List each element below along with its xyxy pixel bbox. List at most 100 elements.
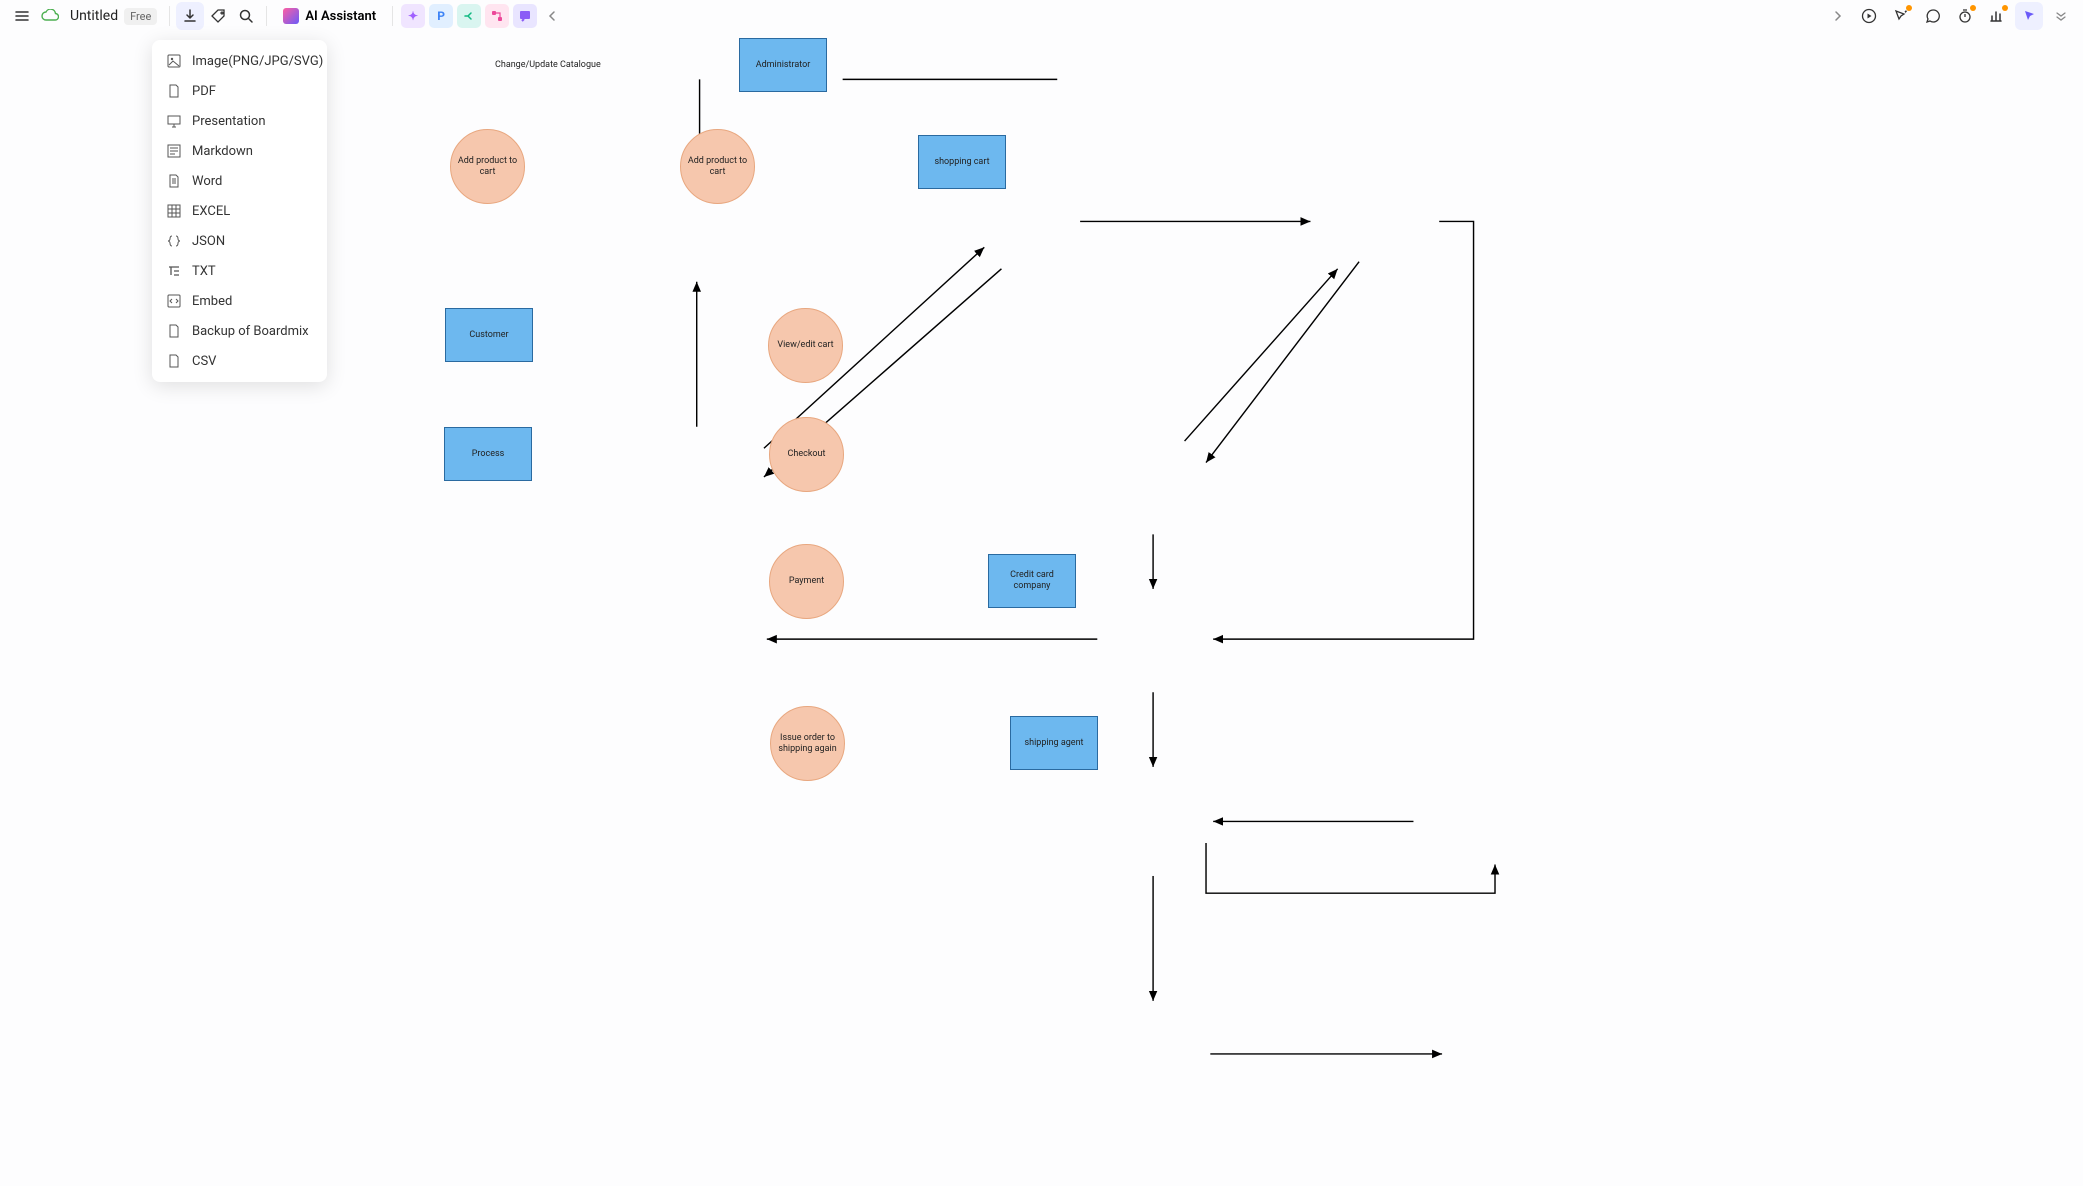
tool-chip-p[interactable]: P [429,4,453,28]
node-label: shopping cart [934,157,989,168]
top-toolbar: Untitled Free AI Assistant ✦ P [0,0,2083,32]
node-label: Issue order to shipping again [775,733,840,755]
node-label: Credit card company [993,570,1071,592]
export-label: JSON [192,234,225,249]
cursor-effects-button[interactable] [1887,2,1915,30]
excel-icon [166,203,182,219]
expand-right-button[interactable] [1823,2,1851,30]
export-backup[interactable]: Backup of Boardmix [152,316,327,346]
search-button[interactable] [232,2,260,30]
play-icon [1861,8,1877,24]
node-label: Checkout [788,449,826,460]
tag-button[interactable] [204,2,232,30]
more-button[interactable] [2047,2,2075,30]
export-label: Image(PNG/JPG/SVG) [192,54,323,69]
ai-logo-icon [283,8,299,24]
txt-icon [166,263,182,279]
node-administrator[interactable]: Administrator [739,38,827,92]
word-icon [166,173,182,189]
export-json[interactable]: JSON [152,226,327,256]
export-dropdown: Image(PNG/JPG/SVG) PDF Presentation Mark… [152,40,327,382]
export-markdown[interactable]: Markdown [152,136,327,166]
embed-icon [166,293,182,309]
tool-chip-note[interactable] [513,4,537,28]
export-label: TXT [192,264,216,279]
chevron-right-icon [1831,10,1843,22]
export-label: Embed [192,294,232,309]
node-label: Administrator [756,60,811,71]
json-icon [166,233,182,249]
export-presentation[interactable]: Presentation [152,106,327,136]
node-add-product-1[interactable]: Add product to cart [450,129,525,204]
node-label: Payment [789,576,824,587]
backup-icon [166,323,182,339]
export-excel[interactable]: EXCEL [152,196,327,226]
export-label: CSV [192,354,216,369]
export-label: Markdown [192,144,253,159]
analytics-button[interactable] [1983,2,2011,30]
document-title[interactable]: Untitled [70,8,118,24]
divider [266,6,267,26]
export-label: Word [192,174,222,189]
export-embed[interactable]: Embed [152,286,327,316]
node-view-edit-cart[interactable]: View/edit cart [768,308,843,383]
divider [392,6,393,26]
comment-icon [1925,8,1941,24]
timer-button[interactable] [1951,2,1979,30]
export-label: Backup of Boardmix [192,324,309,339]
node-customer[interactable]: Customer [445,308,533,362]
node-label: Process [472,449,505,460]
tag-icon [210,8,226,24]
notification-dot [1906,5,1912,11]
flow-icon [491,10,503,22]
export-label: EXCEL [192,204,230,219]
search-icon [238,8,254,24]
download-icon [182,8,198,24]
tool-chip-mindmap[interactable] [457,4,481,28]
export-word[interactable]: Word [152,166,327,196]
node-process[interactable]: Process [444,427,532,481]
pointer-icon [2021,8,2037,24]
menu-button[interactable] [8,2,36,30]
edge-label-change-catalogue: Change/Update Catalogue [495,60,601,70]
node-credit-card-company[interactable]: Credit card company [988,554,1076,608]
note-icon [519,10,531,22]
node-label: View/edit cart [777,340,833,351]
toolbar-right [1823,2,2075,30]
export-button[interactable] [176,2,204,30]
node-checkout[interactable]: Checkout [769,417,844,492]
chevron-left-icon [547,10,559,22]
csv-icon [166,353,182,369]
node-label: shipping agent [1025,738,1084,749]
comment-button[interactable] [1919,2,1947,30]
tool-chip-flow[interactable] [485,4,509,28]
node-payment[interactable]: Payment [769,544,844,619]
toolbar-left: Untitled Free AI Assistant ✦ P [8,2,567,30]
chevron-down-double-icon [2054,9,2068,23]
export-pdf[interactable]: PDF [152,76,327,106]
pdf-icon [166,83,182,99]
tool-chip-image[interactable]: ✦ [401,4,425,28]
node-issue-order[interactable]: Issue order to shipping again [770,706,845,781]
export-txt[interactable]: TXT [152,256,327,286]
node-label: Add product to cart [685,156,750,178]
markdown-icon [166,143,182,159]
node-shopping-cart[interactable]: shopping cart [918,135,1006,189]
presentation-icon [166,113,182,129]
export-csv[interactable]: CSV [152,346,327,376]
export-label: Presentation [192,114,266,129]
hamburger-icon [14,8,30,24]
play-button[interactable] [1855,2,1883,30]
cloud-sync-button[interactable] [36,2,64,30]
branch-icon [463,10,475,22]
node-label: Add product to cart [455,156,520,178]
collapse-tools-button[interactable] [539,2,567,30]
pointer-tool-button[interactable] [2015,2,2043,30]
node-shipping-agent[interactable]: shipping agent [1010,716,1098,770]
notification-dot [1970,5,1976,11]
ai-assistant-button[interactable]: AI Assistant [273,4,386,28]
node-add-product-2[interactable]: Add product to cart [680,129,755,204]
export-label: PDF [192,84,216,99]
title-area: Untitled Free [70,8,157,25]
export-image[interactable]: Image(PNG/JPG/SVG) [152,46,327,76]
